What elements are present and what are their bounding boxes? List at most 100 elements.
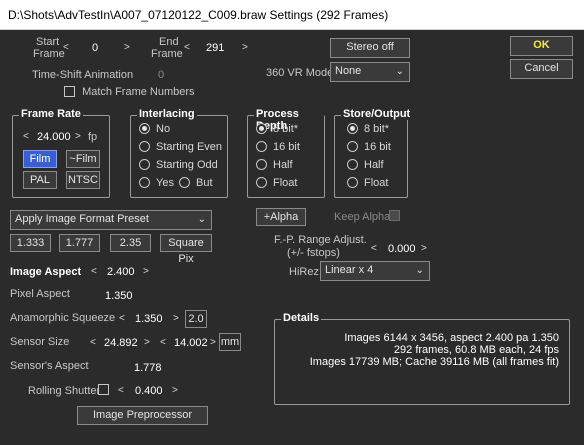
hirez-select[interactable]: Linear x 4 ⌄: [320, 261, 430, 281]
details-title: Details: [281, 312, 322, 324]
process-depth-half[interactable]: Half: [256, 159, 293, 171]
anamorphic-preset-box[interactable]: 2.0: [185, 310, 207, 328]
rolling-shutter-increment[interactable]: >: [172, 385, 178, 396]
match-frame-label: Match Frame Numbers: [82, 86, 195, 98]
details-group: Details Images 6144 x 3456, aspect 2.400…: [274, 312, 570, 405]
settings-dialog: Start Frame < 0 > End Frame < 291 > Time…: [0, 30, 584, 445]
timeshift-value[interactable]: 0: [158, 69, 164, 81]
frame-rate-unit: fp: [88, 131, 98, 143]
film-button[interactable]: Film: [23, 150, 57, 168]
approx-film-button[interactable]: ~Film: [66, 150, 100, 168]
frame-rate-title: Frame Rate: [19, 108, 83, 120]
details-line-3: Images 17739 MB; Cache 39116 MB (all fra…: [309, 356, 559, 368]
timeshift-label: Time-Shift Animation: [32, 69, 134, 81]
fp-range-sublabel: (+/- fstops): [287, 247, 340, 259]
vr-mode-label: 360 VR Mode: [266, 67, 334, 79]
image-aspect-increment[interactable]: >: [143, 266, 149, 277]
hirez-value: Linear x 4: [325, 264, 374, 276]
sensor-width-value[interactable]: 24.892: [104, 337, 138, 349]
title-bar: D:\Shots\AdvTestIn\A007_07120122_C009.br…: [0, 0, 584, 30]
store-output-half[interactable]: Half: [347, 159, 384, 171]
image-aspect-label: Image Aspect: [10, 266, 82, 278]
plus-alpha-button[interactable]: +Alpha: [256, 208, 306, 226]
image-aspect-value[interactable]: 2.400: [107, 266, 135, 278]
interlacing-option-no[interactable]: No: [139, 123, 170, 135]
keep-alpha-label: Keep Alpha: [334, 211, 391, 223]
end-frame-increment[interactable]: >: [242, 42, 248, 53]
square-pix-button[interactable]: Square Pix: [160, 234, 212, 265]
image-aspect-decrement[interactable]: <: [91, 266, 97, 277]
process-depth-group: Process Depth 8 bit* 16 bit Half Float: [247, 108, 325, 198]
interlacing-option-but[interactable]: But: [179, 177, 213, 189]
sensor-size-label: Sensor Size: [10, 336, 70, 348]
sensor-height-increment[interactable]: >: [210, 337, 216, 348]
store-output-8bit[interactable]: 8 bit*: [347, 123, 389, 135]
frame-rate-group: Frame Rate < 24.000 > fp Film ~Film PAL …: [12, 108, 110, 198]
anamorphic-squeeze-label: Anamorphic Squeeze: [10, 312, 116, 324]
rolling-shutter-checkbox[interactable]: [98, 384, 109, 396]
rolling-shutter-decrement[interactable]: <: [118, 385, 124, 396]
start-frame-label-2: Frame: [33, 48, 65, 60]
cancel-button[interactable]: Cancel: [510, 59, 573, 79]
process-depth-float[interactable]: Float: [256, 177, 297, 189]
store-output-16bit[interactable]: 16 bit: [347, 141, 391, 153]
start-frame-value[interactable]: 0: [92, 42, 98, 54]
end-frame-label-2: Frame: [151, 48, 183, 60]
rolling-shutter-label: Rolling Shutter: [28, 385, 101, 397]
image-format-preset-select[interactable]: Apply Image Format Preset ⌄: [10, 210, 212, 230]
end-frame-decrement[interactable]: <: [184, 42, 190, 53]
interlacing-option-yes[interactable]: Yes: [139, 177, 174, 189]
interlacing-title: Interlacing: [137, 108, 197, 120]
preset-1333-button[interactable]: 1.333: [10, 234, 51, 252]
chevron-down-icon: ⌄: [415, 265, 424, 276]
frame-rate-decrement[interactable]: <: [23, 131, 29, 142]
start-frame-decrement[interactable]: <: [63, 42, 69, 53]
frame-rate-increment[interactable]: >: [75, 131, 81, 142]
start-frame-increment[interactable]: >: [124, 42, 130, 53]
store-output-title: Store/Output: [341, 108, 413, 120]
interlacing-option-starting-odd[interactable]: Starting Odd: [139, 159, 218, 171]
pixel-aspect-value[interactable]: 1.350: [105, 290, 133, 302]
preset-1777-button[interactable]: 1.777: [59, 234, 100, 252]
sensor-width-increment[interactable]: >: [144, 337, 150, 348]
rolling-shutter-value[interactable]: 0.400: [135, 385, 163, 397]
hirez-label: HiRez: [289, 266, 319, 278]
end-frame-value[interactable]: 291: [206, 42, 224, 54]
sensor-aspect-value: 1.778: [134, 362, 162, 374]
frame-rate-value[interactable]: 24.000: [37, 131, 71, 143]
sensor-height-decrement[interactable]: <: [160, 337, 166, 348]
image-format-preset-value: Apply Image Format Preset: [15, 213, 149, 225]
ntsc-button[interactable]: NTSC: [66, 171, 100, 189]
ok-button[interactable]: OK: [510, 36, 573, 56]
anamorphic-increment[interactable]: >: [173, 313, 179, 324]
vr-mode-select[interactable]: None ⌄: [330, 62, 410, 82]
window-title: D:\Shots\AdvTestIn\A007_07120122_C009.br…: [8, 8, 389, 22]
keep-alpha-checkbox[interactable]: [389, 210, 400, 222]
process-depth-16bit[interactable]: 16 bit: [256, 141, 300, 153]
image-preprocessor-button[interactable]: Image Preprocessor: [77, 406, 208, 425]
interlacing-option-starting-even[interactable]: Starting Even: [139, 141, 222, 153]
store-output-float[interactable]: Float: [347, 177, 388, 189]
sensor-width-decrement[interactable]: <: [90, 337, 96, 348]
chevron-down-icon: ⌄: [197, 214, 206, 225]
details-line-2: 292 frames, 60.8 MB each, 24 fps: [393, 344, 559, 356]
fp-range-value[interactable]: 0.000: [388, 243, 416, 255]
pixel-aspect-label: Pixel Aspect: [10, 288, 70, 300]
sensor-height-value[interactable]: 14.002: [174, 337, 208, 349]
sensor-aspect-label: Sensor's Aspect: [10, 360, 89, 372]
anamorphic-value[interactable]: 1.350: [135, 313, 163, 325]
details-text: Images 6144 x 3456, aspect 2.400 pa 1.35…: [310, 332, 559, 368]
details-line-1: Images 6144 x 3456, aspect 2.400 pa 1.35…: [344, 332, 559, 344]
sensor-unit-button[interactable]: mm: [219, 333, 241, 351]
match-frame-numbers[interactable]: Match Frame Numbers: [64, 86, 195, 98]
pal-button[interactable]: PAL: [23, 171, 57, 189]
fp-range-increment[interactable]: >: [421, 243, 427, 254]
preset-235-button[interactable]: 2.35: [110, 234, 151, 252]
start-frame-label: Start: [36, 36, 60, 48]
process-depth-8bit[interactable]: 8 bit*: [256, 123, 298, 135]
match-frame-checkbox[interactable]: [64, 86, 75, 97]
anamorphic-decrement[interactable]: <: [119, 313, 125, 324]
fp-range-decrement[interactable]: <: [371, 243, 377, 254]
store-output-group: Store/Output 8 bit* 16 bit Half Float: [334, 108, 413, 198]
stereo-button[interactable]: Stereo off: [330, 38, 410, 58]
